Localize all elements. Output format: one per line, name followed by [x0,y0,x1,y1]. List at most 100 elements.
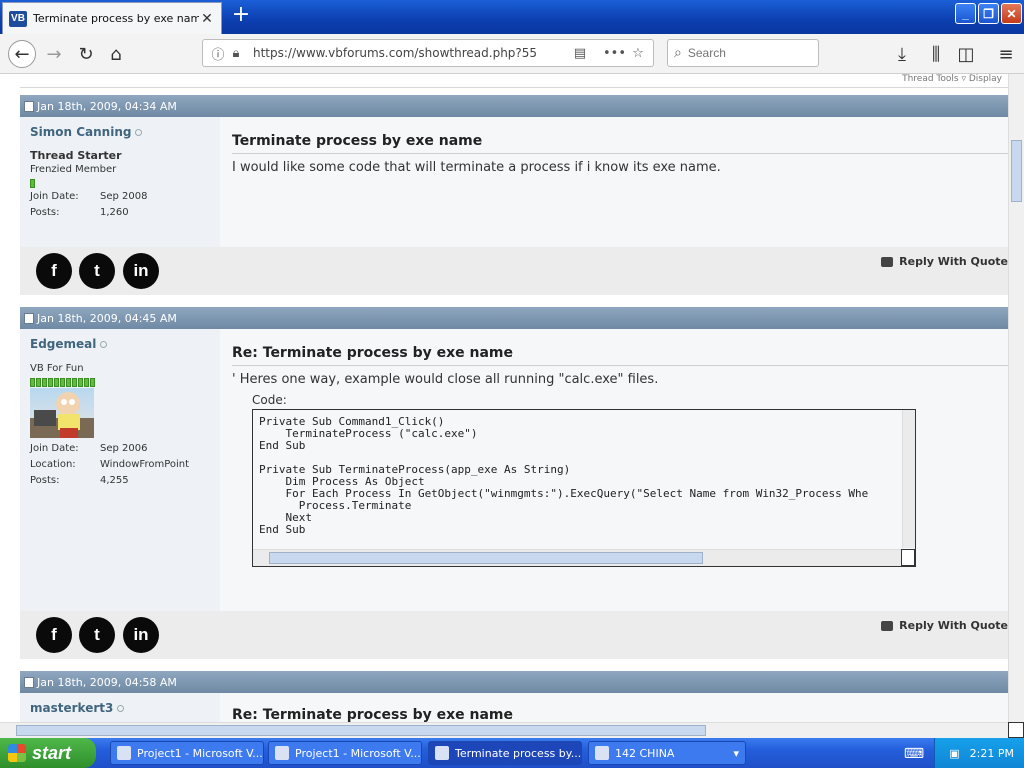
library-icon[interactable]: ⫼ [924,42,948,66]
page-scroll-thumb[interactable] [1011,140,1022,202]
windows-taskbar: start Project1 - Microsoft V... Project1… [0,738,1024,768]
facebook-share-icon[interactable]: f [36,253,72,289]
sidebar-icon[interactable]: ◫ [954,42,978,66]
post-date: Jan 18th, 2009, 04:34 AM [37,99,177,113]
minimize-button[interactable]: _ [955,3,976,24]
post-title: Re: Terminate process by exe name [232,345,1008,366]
thread-starter-label: Thread Starter [30,149,122,162]
page-vertical-scrollbar[interactable] [1008,74,1024,722]
menu-hamburger-icon[interactable]: ≡ [994,42,1018,66]
group-dropdown-icon[interactable]: ▾ [733,747,739,760]
post-3: Jan 18th, 2009, 04:58 AM masterkert3 Re:… [20,671,1008,722]
network-tray-icon[interactable]: ▣ [949,747,959,760]
tab-close-icon[interactable]: ✕ [199,11,215,27]
post-header: Jan 18th, 2009, 04:45 AM [20,307,1008,329]
restore-button[interactable]: ❐ [978,3,999,24]
clock[interactable]: 2:21 PM [970,747,1014,760]
post-content: Re: Terminate process by exe name ' Here… [232,329,1008,567]
location-row: Location: WindowFromPoint [30,459,190,470]
reputation-bar [30,177,210,188]
code-resize-corner[interactable] [901,549,915,566]
quote-icon [881,256,894,267]
cartoon-avatar-icon [30,392,94,438]
tab-title: Terminate process by exe name-VB [33,12,199,25]
twitter-share-icon[interactable]: t [79,253,115,289]
reload-icon[interactable]: ↻ [74,42,98,66]
start-button[interactable]: start [0,738,96,768]
offline-status-icon [135,129,143,136]
windows-flag-icon [8,744,26,762]
posts-count-row: Posts: 1,260 [30,207,129,218]
reply-with-quote-button[interactable]: Reply With Quote [881,619,1008,632]
code-horizontal-scrollbar[interactable] [253,549,903,566]
forward-arrow-icon[interactable]: → [42,42,66,66]
vb-ide-icon [117,746,131,760]
post-body: masterkert3 Re: Terminate process by exe… [20,693,1008,722]
code-vertical-scrollbar[interactable] [902,410,915,548]
search-bar[interactable]: ⌕ [667,39,819,67]
lock-icon[interactable]: 🔒︎ [227,46,245,61]
reputation-pip-icon [48,378,53,387]
quote-icon [881,620,894,631]
navigation-toolbar: ← → ↻ ⌂ ⓘ 🔒︎ https://www.vbforums.com/sh… [0,34,1024,74]
reader-view-icon[interactable]: ▤ [571,46,589,61]
taskbar-item-browser[interactable]: Terminate process by... [428,741,582,765]
post-header: Jan 18th, 2009, 04:58 AM [20,671,1008,693]
taskbar-item-project1-a[interactable]: Project1 - Microsoft V... [110,741,264,765]
reputation-pip-icon [42,378,47,387]
taskbar-item-project1-b[interactable]: Project1 - Microsoft V... [268,741,422,765]
browser-tab-active[interactable]: VB Terminate process by exe name-VB ✕ [2,2,222,34]
page-horizontal-scrollbar[interactable] [0,722,1008,738]
keyboard-tray-icon[interactable]: ⌨ [902,742,926,766]
facebook-share-icon[interactable]: f [36,617,72,653]
code-block[interactable]: Private Sub Command1_Click() TerminatePr… [252,409,916,567]
twitter-share-icon[interactable]: t [79,617,115,653]
post-document-icon [24,312,34,324]
reputation-pip-icon [36,378,41,387]
linkedin-share-icon[interactable]: in [123,617,159,653]
post-1: Jan 18th, 2009, 04:34 AM Simon Canning T… [20,95,1008,295]
user-info-panel: masterkert3 [20,693,220,722]
reputation-pip-icon [66,378,71,387]
username-link[interactable]: masterkert3 [30,701,113,715]
post-title: Terminate process by exe name [232,133,1008,154]
taskbar-item-folder[interactable]: 142 CHINA ▾ [588,741,746,765]
post-body: Edgemeal VB For Fun Join Date: Sep 2006 … [20,329,1008,611]
code-text[interactable]: Private Sub Command1_Click() TerminatePr… [259,416,868,536]
post-footer: f t in Reply With Quote [20,611,1008,659]
reputation-pip-icon [30,179,35,188]
posts-count-row: Posts: 4,255 [30,475,129,486]
linkedin-share-icon[interactable]: in [123,253,159,289]
search-input[interactable] [687,46,798,60]
user-info-panel: Simon Canning Thread Starter Frenzied Me… [20,117,220,247]
code-scroll-thumb[interactable] [269,552,703,564]
reputation-pip-icon [90,378,95,387]
reply-with-quote-button[interactable]: Reply With Quote [881,255,1008,268]
back-arrow-icon[interactable]: ← [8,40,36,68]
post-body: Simon Canning Thread Starter Frenzied Me… [20,117,1008,247]
username-link[interactable]: Edgemeal [30,337,96,351]
page-viewport: Thread Tools ▿ Display Jan 18th, 2009, 0… [0,74,1008,722]
post-content: Re: Terminate process by exe name [232,693,1008,722]
new-tab-icon[interactable]: + [230,4,252,26]
downloads-icon[interactable]: ⤓ [890,42,914,66]
thread-tools-strip[interactable]: Thread Tools ▿ Display [20,74,1008,88]
reputation-pip-icon [84,378,89,387]
username-link[interactable]: Simon Canning [30,125,131,139]
post-text: I would like some code that will termina… [232,160,721,175]
page-actions-icon[interactable]: ••• [603,46,626,61]
url-text[interactable]: https://www.vbforums.com/showthread.php?… [253,46,571,60]
bookmark-star-icon[interactable]: ☆ [629,46,647,61]
user-avatar[interactable] [30,388,94,438]
close-window-button[interactable]: ✕ [1001,3,1022,24]
page-hscroll-thumb[interactable] [16,725,706,736]
reputation-pip-icon [72,378,77,387]
info-icon[interactable]: ⓘ [209,44,227,63]
vbforums-favicon-icon: VB [9,10,27,27]
post-date: Jan 18th, 2009, 04:58 AM [37,675,177,689]
address-bar[interactable]: ⓘ 🔒︎ https://www.vbforums.com/showthread… [202,39,654,67]
home-icon[interactable]: ⌂ [104,42,128,66]
post-text: ' Heres one way, example would close all… [232,372,659,387]
post-document-icon [24,100,34,112]
post-header: Jan 18th, 2009, 04:34 AM [20,95,1008,117]
